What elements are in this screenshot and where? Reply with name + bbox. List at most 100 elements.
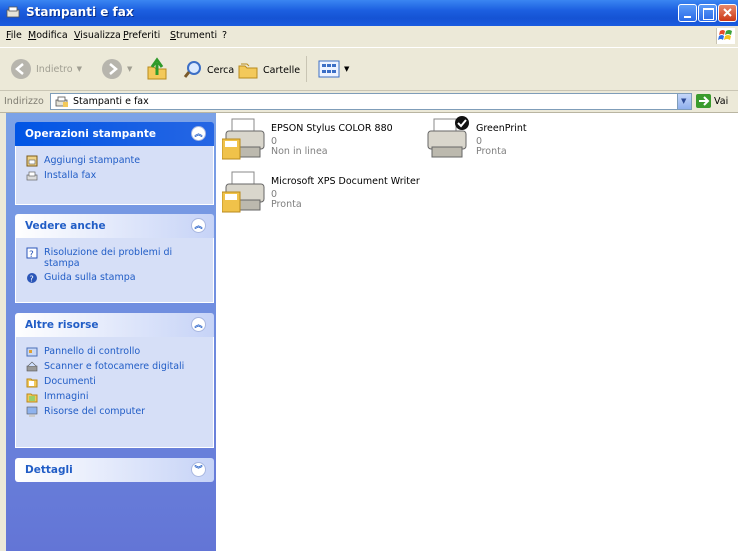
menu-bar: File Modifica Visualizza Preferiti Strum… [0, 26, 738, 46]
toolbar-separator [306, 56, 307, 82]
details-title: Dettagli [25, 464, 73, 476]
collapse-chevron-icon[interactable]: ︽ [191, 218, 206, 233]
close-icon [723, 8, 732, 17]
printer-item[interactable]: GreenPrint 0 Pronta [424, 115, 574, 163]
views-button[interactable]: ▼ [318, 59, 349, 79]
search-button[interactable]: Cerca [183, 60, 234, 80]
control-panel-link[interactable]: Pannello di controllo [26, 346, 205, 358]
my-computer-label: Risorse del computer [44, 406, 146, 417]
windows-logo-icon [716, 28, 735, 44]
other-places-title: Altre risorse [25, 319, 99, 331]
scanner-icon [26, 361, 38, 372]
printer-item[interactable]: Microsoft XPS Document Writer 0 Pronta [222, 168, 442, 216]
printer-name: EPSON Stylus COLOR 880 [271, 123, 393, 134]
printer-item[interactable]: EPSON Stylus COLOR 880 0 Non in linea [222, 115, 417, 163]
pictures-label: Immagini [44, 391, 89, 402]
collapse-chevron-icon[interactable]: ︽ [191, 126, 206, 141]
printer-status: Pronta [476, 146, 507, 157]
svg-text:?: ? [30, 275, 34, 284]
address-bar: Indirizzo Stampanti e fax ▼ Vai [0, 92, 738, 113]
add-printer-link[interactable]: Aggiungi stampante [26, 155, 205, 167]
help-icon: ? [26, 247, 38, 259]
printers-folder-icon [55, 96, 68, 107]
menu-visualizza[interactable]: Visualizza [74, 30, 121, 41]
other-places-body: Pannello di controllo Scanner e fotocame… [15, 337, 214, 448]
troubleshoot-printing-label: Risoluzione dei problemi di stampa [44, 247, 173, 269]
menu-preferiti[interactable]: Preferiti [123, 30, 160, 41]
toolbar: Indietro ▼ ▼ Cerca Cartelle ▼ [0, 47, 738, 91]
task-pane: Operazioni stampante ︽ Aggiungi stampant… [6, 113, 216, 551]
other-places-panel: Altre risorse ︽ Pannello di controllo Sc… [15, 313, 214, 448]
pictures-link[interactable]: Immagini [26, 391, 205, 403]
printers-list: EPSON Stylus COLOR 880 0 Non in linea Gr… [216, 113, 738, 551]
scanners-cameras-link[interactable]: Scanner e fotocamere digitali [26, 361, 205, 373]
printer-icon [222, 171, 265, 213]
menu-strumenti[interactable]: Strumenti [170, 30, 217, 41]
maximize-button[interactable] [698, 4, 717, 22]
printing-help-label: Guida sulla stampa [44, 272, 136, 283]
window-title: Stampanti e fax [26, 5, 134, 19]
go-label: Vai [714, 95, 729, 107]
printer-name: GreenPrint [476, 123, 527, 134]
menu-file[interactable]: File [6, 30, 22, 41]
scanners-cameras-label: Scanner e fotocamere digitali [44, 361, 185, 372]
printing-help-link[interactable]: ? Guida sulla stampa [26, 272, 205, 284]
printer-icon [222, 118, 265, 160]
pictures-folder-icon [26, 393, 38, 403]
see-also-title: Vedere anche [25, 220, 106, 232]
views-dropdown-icon: ▼ [344, 65, 350, 73]
fax-icon [26, 171, 38, 181]
minimize-button[interactable] [678, 4, 697, 22]
back-button[interactable]: Indietro ▼ [10, 58, 82, 80]
forward-button[interactable]: ▼ [101, 58, 132, 80]
title-bar: Stampanti e fax [0, 0, 738, 26]
see-also-panel: Vedere anche ︽ ? Risoluzione dei problem… [15, 214, 214, 303]
install-fax-label: Installa fax [44, 170, 97, 181]
address-input[interactable]: Stampanti e fax [50, 93, 686, 110]
folders-label: Cartelle [263, 64, 301, 76]
documents-link[interactable]: Documenti [26, 376, 205, 388]
printer-name: Microsoft XPS Document Writer [271, 176, 420, 187]
troubleshoot-printing-link[interactable]: ? Risoluzione dei problemi di stampa [26, 247, 205, 269]
go-arrow-icon [696, 94, 711, 108]
go-button[interactable]: Vai [696, 94, 728, 108]
documents-folder-icon [26, 378, 38, 388]
details-panel: Dettagli ︾ [15, 458, 214, 482]
back-arrow-icon [11, 59, 31, 79]
chevron-down-icon: ▼ [681, 97, 687, 105]
up-folder-icon [147, 57, 167, 80]
menu-help[interactable]: ? [222, 30, 227, 41]
documents-label: Documenti [44, 376, 96, 387]
expand-chevron-icon[interactable]: ︾ [191, 462, 206, 477]
search-icon [183, 61, 201, 78]
search-label: Cerca [207, 64, 235, 76]
folders-button[interactable]: Cartelle [237, 60, 300, 80]
default-printer-check-icon [455, 116, 469, 130]
printer-folder-icon [6, 6, 20, 18]
printer-tasks-title: Operazioni stampante [25, 128, 156, 140]
other-places-header[interactable]: Altre risorse ︽ [15, 313, 214, 337]
see-also-header[interactable]: Vedere anche ︽ [15, 214, 214, 238]
address-label: Indirizzo [4, 96, 44, 107]
menu-modifica[interactable]: Modifica [28, 30, 68, 41]
details-header[interactable]: Dettagli ︾ [15, 458, 214, 482]
printer-status: Non in linea [271, 146, 328, 157]
install-fax-link[interactable]: Installa fax [26, 170, 205, 182]
control-panel-icon [26, 347, 38, 357]
printer-tasks-header[interactable]: Operazioni stampante ︽ [15, 122, 214, 146]
my-computer-link[interactable]: Risorse del computer [26, 406, 205, 418]
collapse-chevron-icon[interactable]: ︽ [191, 317, 206, 332]
up-folder-button[interactable] [146, 57, 168, 81]
add-printer-icon [26, 155, 38, 167]
back-dropdown-icon: ▼ [76, 65, 82, 73]
views-icon [318, 60, 340, 78]
printer-tasks-panel: Operazioni stampante ︽ Aggiungi stampant… [15, 122, 214, 205]
folders-icon [238, 63, 258, 79]
close-button[interactable] [718, 4, 737, 22]
help-book-icon: ? [27, 273, 37, 284]
address-dropdown-button[interactable]: ▼ [677, 93, 692, 110]
printer-tasks-body: Aggiungi stampante Installa fax [15, 146, 214, 205]
svg-text:?: ? [29, 250, 34, 259]
printer-status: Pronta [271, 199, 302, 210]
forward-dropdown-icon: ▼ [127, 65, 133, 73]
